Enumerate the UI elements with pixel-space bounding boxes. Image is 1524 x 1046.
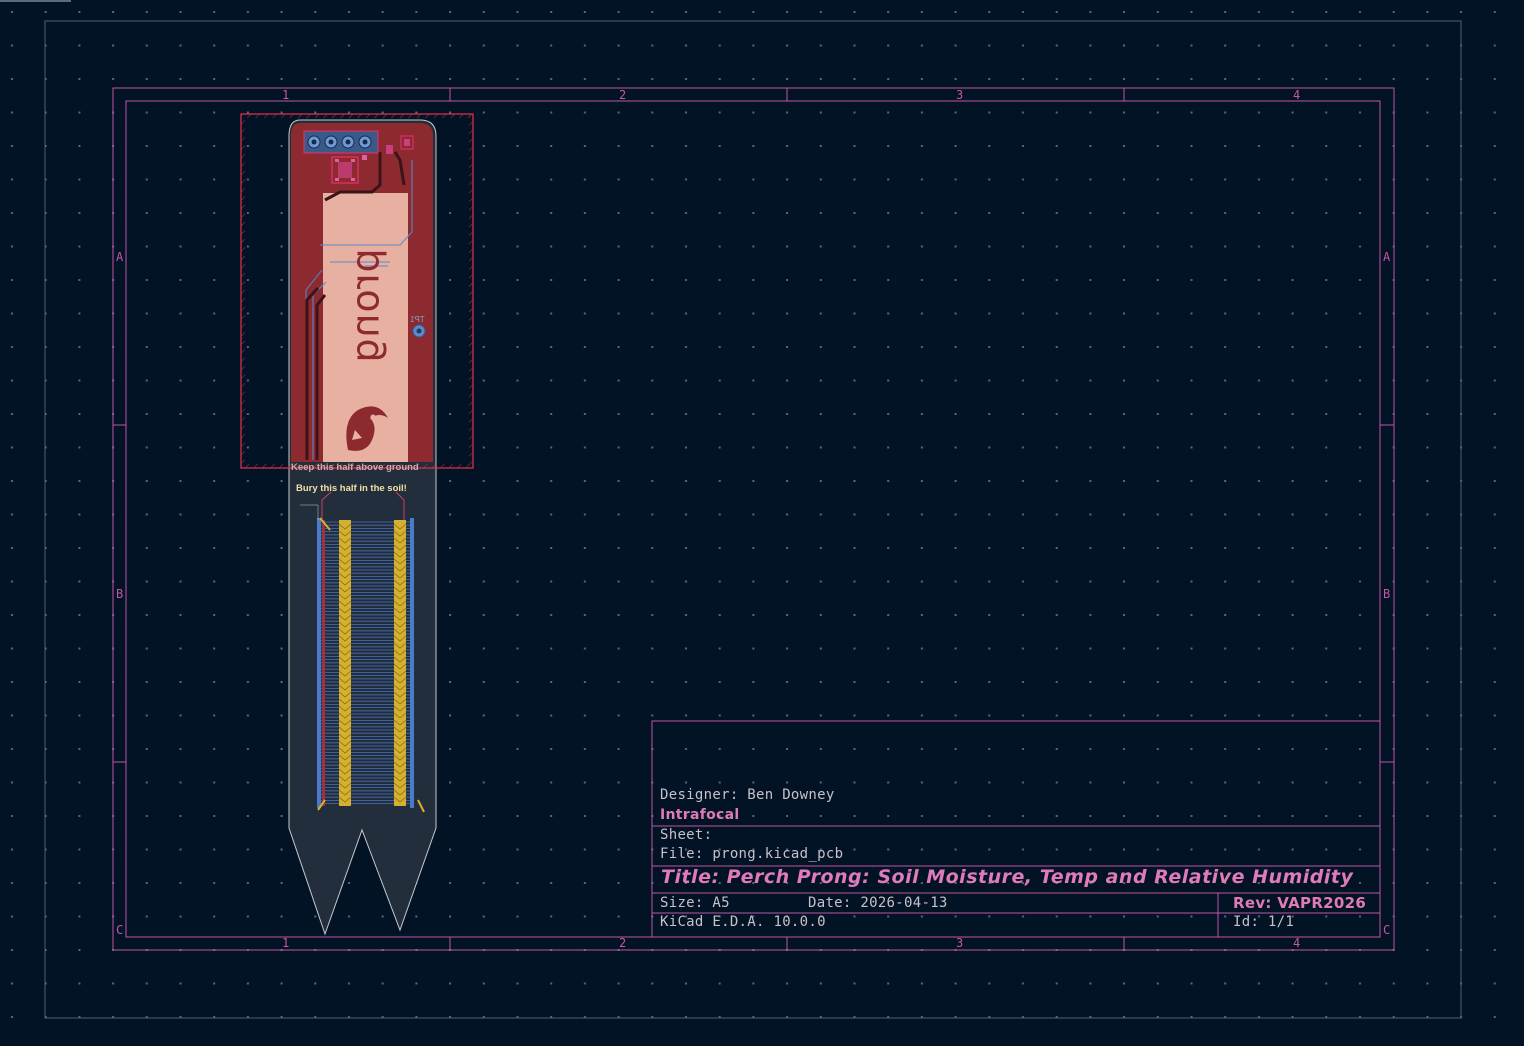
zone-row-a-left: A [116, 250, 124, 264]
silk-keep-above: Keep this half above ground [291, 462, 419, 473]
company-name: Intrafocal [660, 807, 740, 823]
revision-label: Rev: VAPR2026 [1233, 894, 1367, 912]
zone-col-3-bottom: 3 [956, 936, 964, 950]
zone-col-2-bottom: 2 [619, 936, 627, 950]
zone-row-b-left: B [116, 587, 124, 601]
date-label: Date: 2026-04-13 [808, 895, 948, 911]
zone-col-3-top: 3 [956, 88, 964, 102]
connector-header[interactable] [303, 130, 379, 154]
zone-row-b-right: B [1383, 587, 1391, 601]
zone-row-c-right: C [1383, 923, 1391, 937]
sheet-label: Sheet: [660, 827, 713, 843]
silk-bury-text: Bury this half in the soil! [296, 483, 407, 494]
size-label: Size: A5 [660, 895, 730, 911]
id-label: Id: 1/1 [1233, 914, 1295, 930]
logo-text: prong [343, 248, 388, 364]
zone-row-a-right: A [1383, 250, 1391, 264]
zone-col-2-top: 2 [619, 88, 627, 102]
grid-dots [0, 0, 1524, 1046]
test-point[interactable] [412, 324, 426, 338]
zone-col-4-bottom: 4 [1293, 936, 1301, 950]
zone-col-1-top: 1 [282, 88, 290, 102]
file-label: File: prong.kicad_pcb [660, 846, 844, 862]
pcb-canvas[interactable] [0, 0, 1524, 1046]
tool-label: KiCad E.D.A. 10.0.0 [660, 914, 826, 930]
zone-col-1-bottom: 1 [282, 936, 290, 950]
test-point-ref: TP1 [410, 315, 425, 324]
zone-col-4-top: 4 [1293, 88, 1301, 102]
zone-row-c-left: C [116, 923, 124, 937]
document-title: Title: Perch Prong: Soil Moisture, Temp … [661, 866, 1354, 888]
designer-label: Designer: Ben Downey [660, 787, 835, 803]
